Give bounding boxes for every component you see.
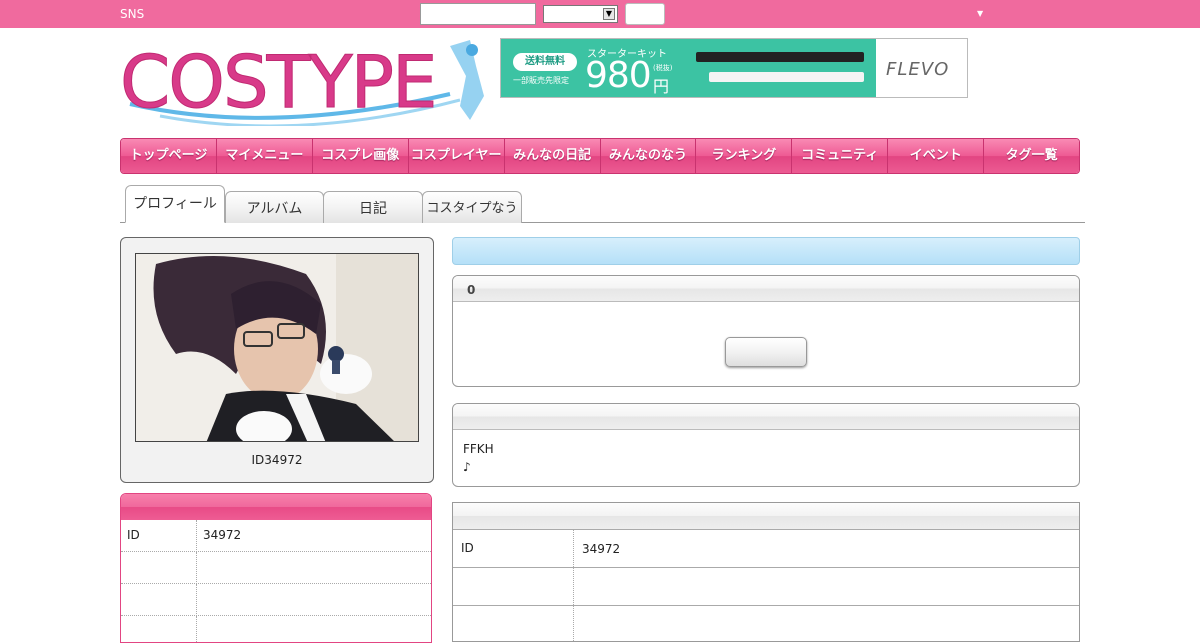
tab-diary[interactable]: 日記 — [323, 191, 423, 223]
profile-info-header — [121, 494, 431, 520]
detail-table: ID 34972 — [452, 502, 1080, 642]
comment-panel: FFKH ♪ — [452, 403, 1080, 487]
table-key — [453, 568, 574, 605]
nav-tag-list[interactable]: タグ一覧 — [984, 139, 1079, 173]
banner-ad[interactable]: 送料無料 一部販売先限定 スターターキット 980 (税抜) 円 FLEVO — [500, 38, 968, 98]
ad-brand-area: FLEVO — [876, 39, 967, 97]
info-row: ID 34972 — [121, 520, 431, 552]
ad-price: 980 — [585, 55, 652, 96]
panel-action-button[interactable] — [725, 337, 807, 367]
info-key — [121, 552, 197, 584]
ad-promo-area: 送料無料 一部販売先限定 スターターキット 980 (税抜) 円 — [501, 39, 876, 97]
tab-costype-now[interactable]: コスタイプなう — [422, 191, 522, 223]
profile-photo[interactable] — [135, 253, 419, 442]
search-button[interactable] — [625, 3, 665, 25]
table-row: ID 34972 — [453, 530, 1079, 568]
search-input[interactable] — [420, 3, 536, 25]
profile-photo-image — [136, 254, 418, 441]
profile-info-box: ID 34972 — [120, 493, 432, 643]
comment-line: FFKH — [463, 442, 494, 456]
site-logo[interactable]: COSTYPE — [120, 36, 490, 126]
profile-photo-caption: ID34972 — [251, 453, 303, 467]
ad-free-shipping-badge: 送料無料 — [513, 53, 577, 71]
table-key — [453, 606, 574, 641]
profile-photo-box: ID34972 — [120, 237, 434, 483]
comment-body: FFKH ♪ — [453, 430, 1079, 476]
count-panel: 0 — [452, 275, 1080, 387]
ad-pen-white-image — [709, 72, 864, 82]
nav-cosplay-images[interactable]: コスプレ画像 — [312, 139, 409, 173]
info-key — [121, 584, 197, 616]
profile-name-bar — [452, 237, 1080, 265]
info-row — [121, 584, 431, 616]
comment-line: ♪ — [463, 460, 471, 474]
table-row — [453, 568, 1079, 606]
nav-top-page[interactable]: トップページ — [121, 139, 217, 173]
table-row — [453, 606, 1079, 641]
logo-wordmark: COSTYPE — [120, 40, 439, 125]
ad-yen: 円 — [653, 77, 670, 96]
nav-my-menu[interactable]: マイメニュー — [216, 139, 313, 173]
count-panel-title: 0 — [453, 276, 1079, 302]
nav-everyones-diary[interactable]: みんなの日記 — [504, 139, 601, 173]
tab-album[interactable]: アルバム — [225, 191, 324, 223]
site-label[interactable]: SNS — [120, 7, 144, 21]
chevron-down-icon: ▼ — [603, 8, 615, 20]
profile-tabs: プロフィール アルバム 日記 コスタイプなう — [120, 184, 1085, 223]
ad-brand: FLEVO — [886, 59, 950, 80]
caret-down-icon[interactable]: ▼ — [977, 9, 983, 18]
ad-limited-note: 一部販売先限定 — [513, 76, 569, 85]
main-nav: トップページ マイメニュー コスプレ画像 コスプレイヤー みんなの日記 みんなの… — [120, 138, 1080, 174]
comment-panel-header — [453, 404, 1079, 430]
nav-everyones-now[interactable]: みんなのなう — [600, 139, 697, 173]
info-value: 34972 — [203, 528, 242, 542]
tab-profile[interactable]: プロフィール — [125, 185, 225, 223]
table-value: 34972 — [582, 542, 621, 556]
table-key: ID — [453, 530, 574, 567]
search-category-select[interactable]: ▼ — [543, 5, 618, 23]
nav-community[interactable]: コミュニティ — [792, 139, 889, 173]
detail-table-header — [453, 503, 1079, 530]
info-row — [121, 552, 431, 584]
top-bar: SNS ▼ ▼ — [0, 0, 1200, 28]
info-key: ID — [121, 520, 197, 552]
nav-ranking[interactable]: ランキング — [696, 139, 793, 173]
ad-tax-note: (税抜) — [653, 64, 673, 72]
nav-cosplayers[interactable]: コスプレイヤー — [408, 139, 505, 173]
ad-pen-black-image — [696, 52, 864, 62]
nav-events[interactable]: イベント — [888, 139, 985, 173]
